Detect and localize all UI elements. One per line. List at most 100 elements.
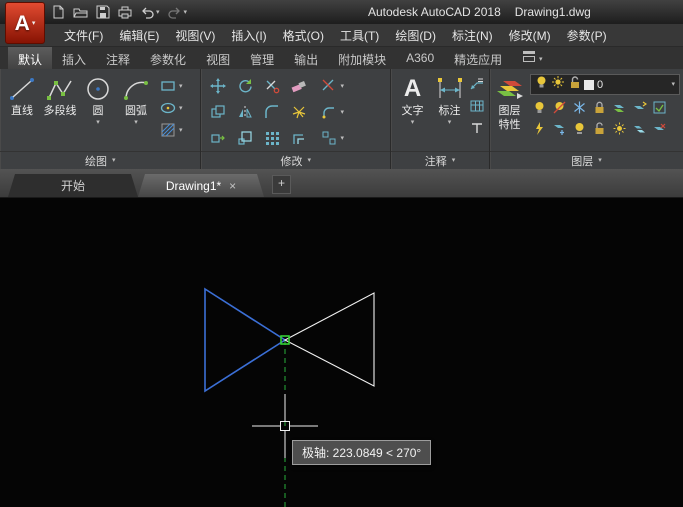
layer-properties-button[interactable]: 图层 特性 [493,71,526,151]
chevron-down-icon[interactable]: ▾ [340,83,344,90]
move-tool-button[interactable] [209,77,227,95]
erase-tool-button[interactable] [290,77,308,95]
mirror-tool-button[interactable] [236,103,254,121]
hatch-tool-button[interactable] [159,121,177,139]
menu-modify[interactable]: 修改(M) [501,24,559,47]
text-style-tool-button[interactable] [468,119,486,137]
layers-panel-footer[interactable]: 图层 ▾ [490,151,683,169]
ribbon-tab-parametric[interactable]: 参数化 [140,47,196,69]
start-tab[interactable]: 开始 [8,174,138,197]
modify-panel-footer[interactable]: 修改 ▾ [201,151,390,169]
ribbon-display-options-button[interactable]: ▾ [522,50,543,68]
copy-tool-button[interactable] [209,103,227,121]
text-tool-button[interactable]: A 文字 ▾ [394,71,431,151]
menu-tools[interactable]: 工具(T) [332,24,387,47]
ribbon-tab-home[interactable]: 默认 [8,47,52,69]
chevron-down-icon[interactable]: ▾ [179,105,183,112]
right-triangle[interactable] [285,293,374,386]
layer-select-dropdown[interactable]: 0 ▾ [530,74,680,95]
table-tool-button[interactable] [468,97,486,115]
array-tool-button[interactable] [263,129,281,147]
offset-tool-button[interactable] [290,129,308,147]
ribbon-tab-featured-apps[interactable]: 精选应用 [444,47,512,69]
left-triangle[interactable] [205,289,285,391]
layer-off-button[interactable] [530,98,548,116]
layer-merge-button[interactable] [630,119,648,137]
menu-format[interactable]: 格式(O) [275,24,332,47]
menu-edit[interactable]: 编辑(E) [111,24,167,47]
new-drawing-tab-button[interactable]: + [272,175,291,194]
menu-file[interactable]: 文件(F) [56,24,111,47]
model-space-canvas[interactable]: 极轴: 223.0849 < 270° [0,198,683,507]
ribbon-tab-annotate[interactable]: 注释 [96,47,140,69]
circle-tool-button[interactable]: 圆 ▾ [79,71,117,151]
draw-panel-footer[interactable]: 绘图 ▾ [0,151,200,169]
layer-freeze-button[interactable] [570,98,588,116]
layer-on-all-button[interactable] [570,119,588,137]
ribbon-tab-output[interactable]: 输出 [284,47,328,69]
chevron-down-icon[interactable]: ▾ [179,83,183,90]
chevron-down-icon: ▾ [112,157,116,164]
ribbon-tab-addins[interactable]: 附加模块 [328,47,396,69]
undo-button[interactable]: ▾ [140,6,160,19]
rotate-tool-button[interactable] [236,77,254,95]
rectangle-tool-button[interactable] [159,77,177,95]
layer-unlock-all-button[interactable] [590,119,608,137]
redo-button[interactable]: ▾ [168,6,188,19]
plot-button[interactable] [118,6,132,19]
menu-insert[interactable]: 插入(I) [223,24,274,47]
ribbon-tab-manage[interactable]: 管理 [240,47,284,69]
explode-tool-button[interactable] [290,103,308,121]
draw-panel: 直线 多段线 圆 ▾ 圆弧 ▾ ▾ ▾ [0,69,201,169]
new-file-button[interactable] [52,5,65,19]
menu-draw[interactable]: 绘图(D) [387,24,444,47]
chevron-down-icon[interactable]: ▾ [448,119,452,126]
open-file-button[interactable] [73,6,88,19]
ribbon-tab-bar: 默认 插入 注释 参数化 视图 管理 输出 附加模块 A360 精选应用 ▾ [0,47,683,69]
ribbon-tab-a360[interactable]: A360 [396,47,444,69]
menu-view[interactable]: 视图(V) [167,24,223,47]
layer-prev-button[interactable] [630,98,648,116]
chevron-down-icon[interactable]: ▾ [134,119,138,126]
chevron-down-icon[interactable]: ▾ [184,9,188,16]
menu-dimension[interactable]: 标注(N) [444,24,501,47]
fillet-tool-button[interactable] [263,103,281,121]
layer-freeze-other-button[interactable] [550,119,568,137]
fillet-flyout-button[interactable] [320,103,338,121]
menu-parametric[interactable]: 参数(P) [559,24,615,47]
stretch-tool-button[interactable] [209,129,227,147]
ribbon-tab-view[interactable]: 视图 [196,47,240,69]
array-flyout-button[interactable] [320,129,338,147]
chevron-down-icon[interactable]: ▾ [179,127,183,134]
layer-walk-button[interactable] [530,119,548,137]
leader-tool-button[interactable] [468,75,486,93]
chevron-down-icon[interactable]: ▾ [156,9,160,16]
dimension-icon [435,75,465,103]
layer-state-button[interactable] [650,98,668,116]
save-button[interactable] [96,5,110,19]
ellipse-tool-button[interactable] [159,99,177,117]
chevron-down-icon[interactable]: ▾ [96,119,100,126]
drawing1-tab[interactable]: Drawing1* × [138,174,264,197]
chevron-down-icon[interactable]: ▾ [411,119,415,126]
layer-lock-button[interactable] [590,98,608,116]
polyline-tool-button[interactable]: 多段线 [41,71,79,151]
ribbon-tab-insert[interactable]: 插入 [52,47,96,69]
layer-delete-button[interactable] [650,119,668,137]
chevron-down-icon[interactable]: ▾ [340,135,344,142]
line-tool-button[interactable]: 直线 [3,71,41,151]
layer-tools-row-1 [530,98,680,116]
arc-tool-button[interactable]: 圆弧 ▾ [117,71,155,151]
trim-tool-button[interactable] [263,77,281,95]
close-tab-icon[interactable]: × [229,180,236,192]
trim-flyout-button[interactable] [320,77,338,95]
annotation-panel-footer[interactable]: 注释 ▾ [391,151,489,169]
application-menu-button[interactable]: A ▾ [5,2,45,44]
scale-tool-button[interactable] [236,129,254,147]
layer-thaw-all-button[interactable] [610,119,628,137]
ribbon-grid-icon [522,50,536,68]
layer-isolate-button[interactable] [550,98,568,116]
layer-match-button[interactable] [610,98,628,116]
chevron-down-icon[interactable]: ▾ [340,109,344,116]
dimension-tool-button[interactable]: 标注 ▾ [431,71,468,151]
